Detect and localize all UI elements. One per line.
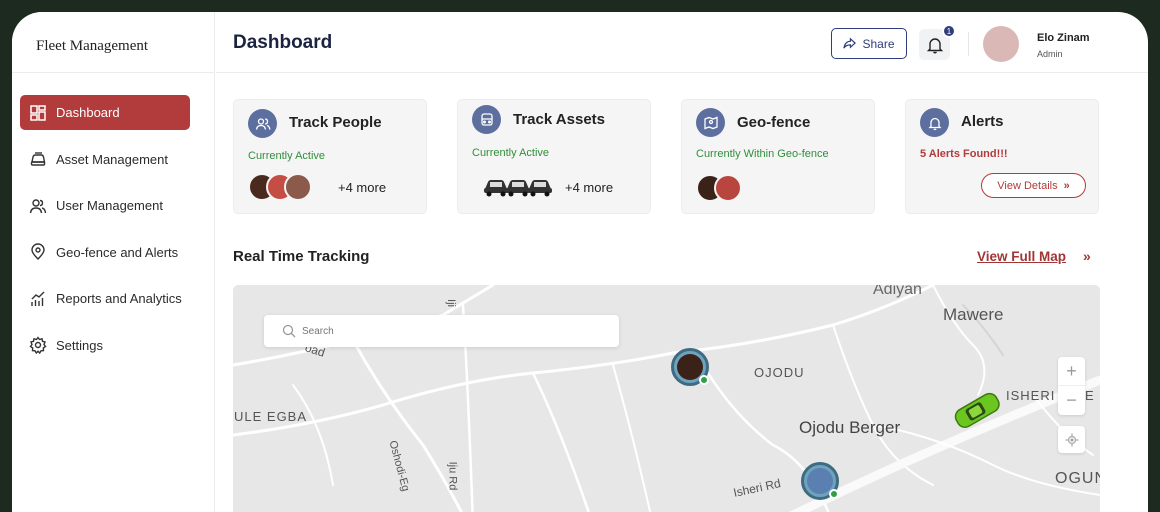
card-title: Track Assets: [513, 111, 606, 128]
geofence-card[interactable]: Geo-fence Currently Within Geo-fence: [681, 99, 875, 214]
app-window: Fleet Management Dashboard Asset Managem…: [12, 12, 1148, 512]
bell-icon: [920, 108, 949, 137]
zoom-out-button[interactable]: −: [1058, 386, 1085, 415]
double-chevron-right-icon: »: [1063, 179, 1070, 192]
avatar[interactable]: [983, 26, 1019, 62]
online-status-dot: [829, 489, 839, 499]
card-status: Currently Within Geo-fence: [696, 148, 829, 160]
sidebar-item-asset-management[interactable]: Asset Management: [20, 142, 190, 177]
sidebar-item-label: Settings: [56, 337, 103, 353]
sidebar-item-reports[interactable]: Reports and Analytics: [20, 281, 190, 316]
user-name: Elo Zinam: [1037, 32, 1090, 44]
asset-vehicles: [482, 174, 552, 198]
bell-icon: [926, 37, 943, 53]
card-title: Geo-fence: [737, 114, 811, 131]
section-title: Real Time Tracking: [233, 248, 370, 265]
vehicle-marker[interactable]: [950, 390, 1004, 430]
user-role: Admin: [1037, 49, 1063, 59]
card-title: Alerts: [961, 113, 1004, 130]
share-button[interactable]: Share: [831, 28, 907, 59]
share-label: Share: [862, 36, 895, 51]
alerts-card[interactable]: Alerts 5 Alerts Found!!! View Details »: [905, 99, 1099, 214]
map-label: OGUN: [1055, 470, 1100, 487]
card-status: Currently Active: [248, 150, 326, 162]
card-status: 5 Alerts Found!!!: [920, 148, 1008, 160]
view-details-button[interactable]: View Details »: [981, 173, 1086, 198]
map-label: ISHERI: [1006, 388, 1056, 403]
more-count: +4 more: [565, 180, 614, 195]
sidebar-item-dashboard[interactable]: Dashboard: [20, 95, 190, 130]
map-label: Mawere: [943, 305, 1004, 324]
sidebar-item-label: Asset Management: [56, 151, 169, 167]
sidebar-item-settings[interactable]: Settings: [20, 328, 190, 363]
search-input[interactable]: [302, 321, 602, 341]
sidebar-item-label: Geo-fence and Alerts: [56, 244, 179, 260]
users-icon: [248, 109, 277, 138]
dashboard-icon: [29, 104, 47, 122]
top-header: Dashboard Share 1 Elo Zinam Admin: [216, 12, 1148, 73]
map-label: ULE EGBA: [234, 409, 308, 424]
geofence-avatars: [696, 174, 742, 204]
map-label: OJODU: [754, 365, 805, 380]
map-label: Iji: [444, 299, 457, 307]
crosshair-icon: [1065, 433, 1078, 446]
search-icon: [282, 324, 296, 338]
sidebar-item-user-management[interactable]: User Management: [20, 188, 190, 223]
view-details-label: View Details: [997, 179, 1058, 192]
car-icon: [29, 150, 47, 168]
app-brand: Fleet Management: [36, 38, 149, 54]
sidebar-item-label: Dashboard: [56, 105, 120, 120]
more-count: +4 more: [338, 180, 387, 195]
people-avatars: [248, 173, 312, 203]
chart-icon: [29, 290, 47, 308]
avatar: [284, 173, 312, 201]
share-icon: [843, 37, 857, 49]
card-status: Currently Active: [472, 147, 550, 159]
double-chevron-right-icon[interactable]: »: [1083, 248, 1091, 264]
sidebar-item-geofence-alerts[interactable]: Geo-fence and Alerts: [20, 235, 190, 270]
map-label: E: [1085, 388, 1094, 403]
view-full-map-link[interactable]: View Full Map: [977, 249, 1066, 264]
zoom-in-button[interactable]: +: [1058, 357, 1085, 386]
track-assets-card[interactable]: Track Assets Currently Active +4 more: [457, 99, 651, 214]
map-label: Adiyan: [873, 285, 922, 298]
map-label: Iju Rd: [446, 461, 459, 491]
notification-badge: 1: [942, 24, 956, 38]
sidebar-item-label: User Management: [56, 198, 163, 213]
avatar: [714, 174, 742, 202]
page-title: Dashboard: [233, 32, 333, 53]
car-icon: [472, 105, 501, 134]
locate-button[interactable]: [1058, 426, 1085, 453]
notifications-button[interactable]: 1: [919, 24, 956, 60]
map-search[interactable]: [264, 315, 619, 347]
person-marker[interactable]: [801, 462, 839, 500]
card-title: Track People: [289, 114, 382, 131]
sidebar: Fleet Management Dashboard Asset Managem…: [12, 12, 215, 512]
gear-icon: [29, 336, 47, 354]
person-marker[interactable]: [671, 348, 709, 386]
sidebar-divider: [12, 72, 215, 73]
tracking-map[interactable]: Adiyan Mawere OJODU Ojodu Berger ULE EGB…: [233, 285, 1100, 512]
map-label: Ojodu Berger: [799, 418, 901, 437]
sidebar-item-label: Reports and Analytics: [56, 291, 182, 306]
car-icon: [528, 180, 552, 197]
zoom-controls: + −: [1058, 357, 1085, 415]
location-pin-icon: [29, 243, 47, 261]
track-people-card[interactable]: Track People Currently Active +4 more: [233, 99, 427, 214]
map-icon: [696, 108, 725, 137]
online-status-dot: [699, 375, 709, 385]
header-divider: [968, 32, 969, 56]
sidebar-nav: Dashboard Asset Management User Manageme…: [20, 95, 190, 374]
users-icon: [29, 197, 47, 215]
